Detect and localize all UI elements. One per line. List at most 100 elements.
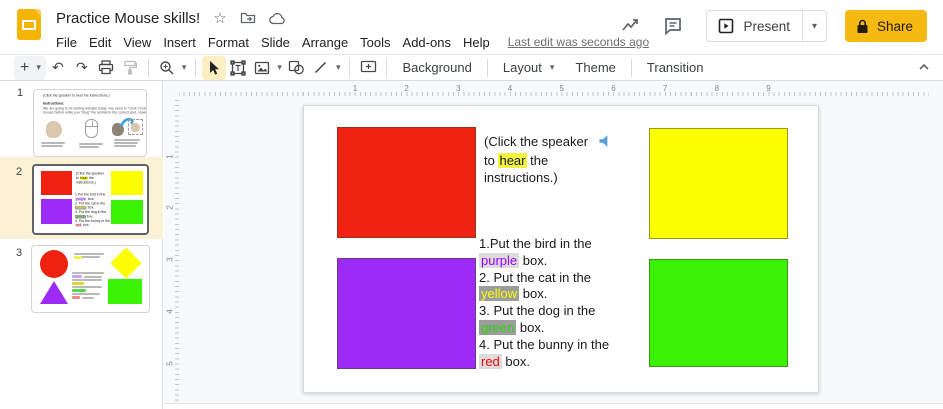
print-button[interactable] xyxy=(94,56,118,80)
main-area: 1 2 3 (Click the speaker to hear the ins… xyxy=(0,81,943,409)
task-1-line-1: 1.Put the bird in the xyxy=(479,236,592,251)
zoom-caret-icon[interactable]: ▾ xyxy=(179,62,190,73)
redo-button[interactable]: ↷ xyxy=(70,56,94,80)
h-ruler-number: 5 xyxy=(559,84,564,93)
plus-icon: + xyxy=(20,58,30,76)
task-4-line-2: red box. xyxy=(479,353,530,369)
thumb2-purple-box xyxy=(41,199,72,224)
menu-tools[interactable]: Tools xyxy=(354,33,396,52)
slide-2-number: 2 xyxy=(16,166,23,178)
paint-format-button[interactable] xyxy=(118,56,142,80)
comment-history-icon[interactable] xyxy=(660,13,686,39)
speaker-note-text[interactable]: (Click the speaker to hear the instructi… xyxy=(484,133,654,186)
thumb2-yellow-box xyxy=(111,171,143,195)
v-ruler-number: 4 xyxy=(165,309,175,314)
shape-button[interactable] xyxy=(285,56,309,80)
menu-addons[interactable]: Add-ons xyxy=(397,33,457,52)
slide-3-number: 3 xyxy=(16,247,23,259)
insert-comment-button[interactable] xyxy=(356,56,380,80)
comment-add-icon xyxy=(360,60,377,73)
cursor-icon xyxy=(210,60,220,75)
text-box-icon xyxy=(230,59,247,76)
present-dropdown[interactable]: ▾ xyxy=(801,11,826,41)
present-button[interactable]: Present ▾ xyxy=(706,10,827,42)
toolbar-divider xyxy=(349,58,351,77)
thumb3-yellow-diamond xyxy=(110,247,142,279)
chevron-up-icon xyxy=(919,63,929,70)
speaker-icon[interactable] xyxy=(596,134,610,152)
redo-icon: ↷ xyxy=(76,59,88,75)
menu-help[interactable]: Help xyxy=(457,33,496,52)
activity-dashboard-icon[interactable] xyxy=(618,13,644,39)
undo-button[interactable]: ↶ xyxy=(46,56,70,80)
toolbar-divider xyxy=(386,58,388,77)
task-2-line-2: yellow box. xyxy=(479,286,548,302)
menu-view[interactable]: View xyxy=(117,33,157,52)
collapse-toolbar-button[interactable] xyxy=(917,60,931,79)
menu-insert[interactable]: Insert xyxy=(157,33,202,52)
canvas-area: 1 2 3 4 5 6 7 8 9 1 2 3 4 5 (Click the speaker to he… xyxy=(164,81,943,409)
image-caret-icon[interactable]: ▾ xyxy=(274,62,285,73)
logo-fold xyxy=(34,9,41,16)
h-ruler-number: 2 xyxy=(404,84,409,93)
slide-thumbnail-1[interactable]: (Click the speaker to hear the instructi… xyxy=(33,89,147,157)
select-tool-button[interactable] xyxy=(202,55,227,80)
thumb1-body-2: mouse button while you "drag" the animal… xyxy=(43,110,147,115)
text-box-button[interactable] xyxy=(226,56,250,80)
google-slides-window: Practice Mouse skills! ☆ File Edit View xyxy=(0,0,943,409)
toolbar-divider xyxy=(195,58,197,77)
menu-file[interactable]: File xyxy=(50,33,83,52)
slides-logo[interactable] xyxy=(17,9,41,40)
zoom-button[interactable] xyxy=(155,56,179,80)
line-button[interactable] xyxy=(309,56,333,80)
insert-image-button[interactable] xyxy=(250,56,274,80)
horizontal-ruler: 1 2 3 4 5 6 7 8 9 xyxy=(179,84,929,96)
tasks-text[interactable]: 1.Put the bird in the purple box. 2. Put… xyxy=(479,236,654,370)
menu-arrange[interactable]: Arrange xyxy=(296,33,354,52)
line-icon xyxy=(315,61,327,74)
slide-1-number: 1 xyxy=(17,87,24,99)
layout-button[interactable]: Layout ▾ xyxy=(494,56,567,80)
cloud-status-icon[interactable] xyxy=(268,12,286,25)
present-label: Present xyxy=(743,18,790,34)
layout-caret-icon: ▾ xyxy=(549,62,555,72)
v-ruler-number: 2 xyxy=(165,205,175,211)
h-ruler-number: 7 xyxy=(662,84,668,93)
share-button[interactable]: Share xyxy=(844,10,927,42)
new-slide-button[interactable]: + ▾ xyxy=(14,55,46,80)
h-ruler-number: 9 xyxy=(766,84,771,93)
logo-inner-rect xyxy=(22,20,36,30)
document-title[interactable]: Practice Mouse skills! xyxy=(56,10,200,27)
theme-button[interactable]: Theme xyxy=(566,56,624,80)
thumb1-mouse-image xyxy=(85,119,98,138)
h-ruler-number: 1 xyxy=(352,84,358,93)
menu-edit[interactable]: Edit xyxy=(83,33,117,52)
toolbar-divider xyxy=(630,58,632,77)
slide-thumbnail-2[interactable]: (Click the speaker to hear the instructi… xyxy=(32,164,149,235)
thumb1-instructions-label: Instructions: xyxy=(43,102,65,106)
green-box-shape[interactable] xyxy=(649,259,788,367)
h-ruler-number: 3 xyxy=(456,84,461,93)
canvas-bottom-strip xyxy=(164,403,943,409)
red-box-shape[interactable] xyxy=(337,127,476,238)
task-3-line-2: green box. xyxy=(479,319,545,335)
slide-thumbnail-3[interactable] xyxy=(31,245,150,313)
background-button[interactable]: Background xyxy=(393,56,480,80)
line-caret-icon[interactable]: ▾ xyxy=(333,62,344,73)
new-slide-caret-icon[interactable]: ▾ xyxy=(33,62,44,73)
thumb2-green-box xyxy=(111,200,143,224)
transition-button[interactable]: Transition xyxy=(638,56,713,80)
yellow-box-shape[interactable] xyxy=(649,128,788,239)
slide-canvas[interactable]: (Click the speaker to hear the instructi… xyxy=(303,105,819,393)
menu-format[interactable]: Format xyxy=(202,33,255,52)
slide-filmstrip: 1 2 3 (Click the speaker to hear the ins… xyxy=(0,81,163,409)
star-icon[interactable]: ☆ xyxy=(213,11,226,26)
task-4-line-1: 4. Put the bunny in the xyxy=(479,336,610,352)
thumb3-purple-triangle xyxy=(40,281,68,304)
lock-icon xyxy=(856,19,869,34)
toolbar-divider xyxy=(486,58,488,77)
purple-box-shape[interactable] xyxy=(337,258,476,369)
move-folder-icon[interactable] xyxy=(240,11,256,25)
v-ruler-number: 3 xyxy=(165,257,175,262)
menu-slide[interactable]: Slide xyxy=(255,33,296,52)
